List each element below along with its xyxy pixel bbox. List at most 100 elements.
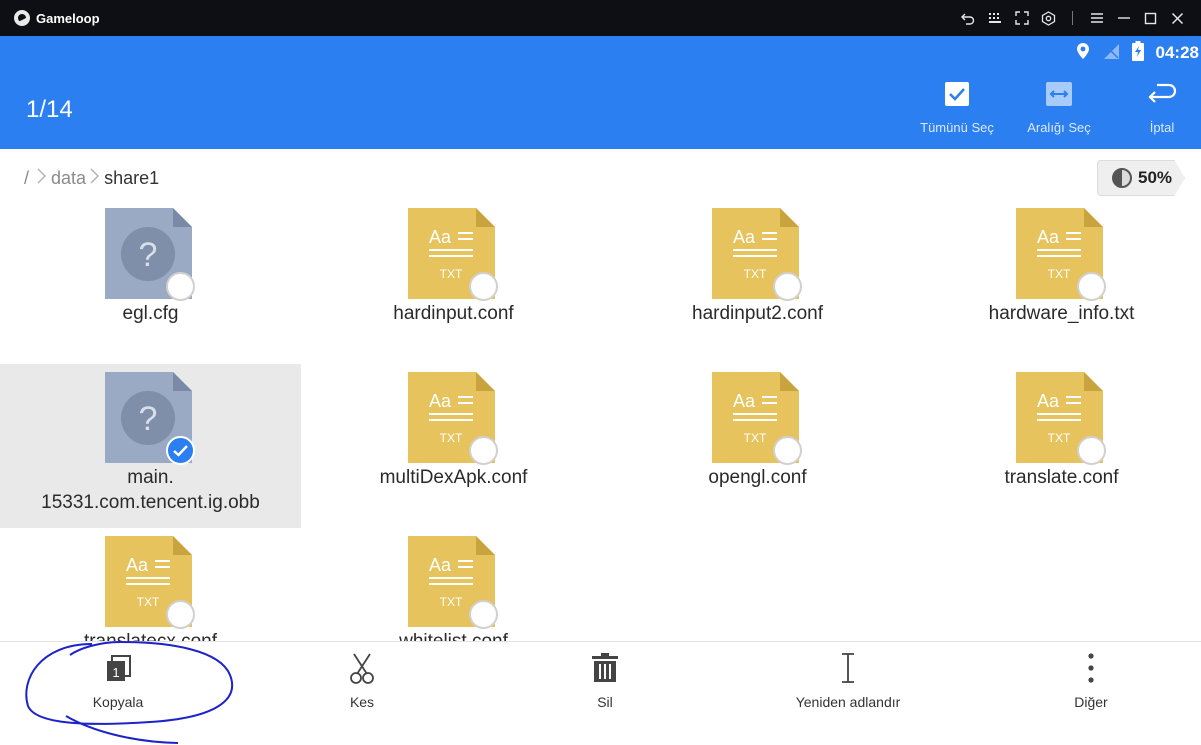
menu-icon[interactable] — [1083, 0, 1110, 36]
file-tile[interactable]: ? egl.cfg — [0, 200, 301, 364]
titlebar-divider — [1072, 11, 1073, 25]
select-range-icon — [1009, 81, 1109, 110]
screenshot-icon[interactable] — [1035, 0, 1062, 36]
delete-button[interactable]: Sil — [525, 650, 685, 720]
checked-checkbox-icon[interactable] — [166, 436, 195, 465]
file-tile[interactable]: Aa TXT whitelist.conf — [303, 528, 604, 641]
trash-icon — [525, 650, 685, 686]
selection-count: 1/14 — [26, 96, 73, 123]
breadcrumb-root[interactable]: / — [24, 168, 29, 189]
select-checkbox[interactable] — [166, 600, 195, 629]
breadcrumb-item-share1[interactable]: share1 — [104, 168, 159, 189]
file-name: main. 15331.com.tencent.ig.obb — [41, 467, 260, 513]
file-tile-selected[interactable]: ? main. 15331.com.tencent.ig.obb — [0, 364, 301, 528]
select-all-label: Tümünü Seç — [920, 120, 994, 135]
status-time: 04:28 — [1155, 43, 1199, 62]
txt-glyph: Aa — [429, 391, 452, 411]
battery-charging-icon — [1131, 40, 1144, 66]
txt-glyph: Aa — [1037, 227, 1060, 247]
file-name: hardinput2.conf — [692, 303, 823, 324]
copy-icon: 1 — [38, 650, 198, 686]
file-name: opengl.conf — [708, 467, 807, 488]
select-range-label: Aralığı Seç — [1027, 120, 1091, 135]
file-grid: ? egl.cfg Aa TXT hardinput.conf Aa TXT h… — [0, 200, 1201, 641]
select-checkbox[interactable] — [166, 272, 195, 301]
chevron-right-icon — [90, 168, 100, 189]
no-signal-icon — [1102, 42, 1120, 65]
emulator-window: Gameloop 04:28 1/14 Tümünü Seç Aralığı S… — [0, 0, 1201, 745]
copy-label: Kopyala — [92, 694, 144, 710]
txt-glyph: Aa — [126, 555, 149, 575]
fullscreen-icon[interactable] — [1008, 0, 1035, 36]
android-statusbar: 04:28 — [1076, 40, 1201, 66]
delete-label: Sil — [597, 694, 613, 710]
select-checkbox[interactable] — [773, 272, 802, 301]
emulator-titlebar: Gameloop — [0, 0, 1201, 36]
chevron-right-icon — [37, 168, 47, 189]
txt-label: TXT — [440, 595, 463, 609]
file-tile[interactable]: Aa TXT translate.conf — [911, 364, 1201, 528]
storage-usage-badge[interactable]: 50% — [1097, 160, 1185, 196]
unknown-glyph: ? — [139, 400, 158, 438]
select-checkbox[interactable] — [773, 436, 802, 465]
txt-glyph: Aa — [733, 391, 756, 411]
selection-header: 04:28 1/14 Tümünü Seç Aralığı Seç İptal — [0, 36, 1201, 149]
keyboard-icon[interactable] — [981, 0, 1008, 36]
file-name: translate.conf — [1004, 467, 1119, 488]
select-all-icon — [907, 81, 1007, 110]
scissors-icon — [282, 650, 442, 686]
select-all-button[interactable]: Tümünü Seç — [907, 81, 1007, 135]
storage-percent: 50% — [1138, 168, 1173, 187]
cut-button[interactable]: Kes — [282, 650, 442, 720]
cancel-icon — [1112, 81, 1201, 110]
more-vertical-icon — [1011, 650, 1171, 686]
file-name: multiDexApk.conf — [379, 467, 528, 488]
file-tile[interactable]: Aa TXT hardinput.conf — [303, 200, 604, 364]
file-tile[interactable]: Aa TXT hardware_info.txt — [911, 200, 1201, 364]
file-tile[interactable]: Aa TXT translatecx.conf — [0, 528, 301, 641]
txt-label: TXT — [440, 267, 463, 281]
svg-text:1: 1 — [112, 665, 119, 680]
file-tile[interactable]: Aa TXT multiDexApk.conf — [303, 364, 604, 528]
select-checkbox[interactable] — [1077, 272, 1106, 301]
close-icon[interactable] — [1164, 0, 1191, 36]
location-icon — [1076, 42, 1090, 65]
file-tile[interactable]: Aa TXT opengl.conf — [607, 364, 908, 528]
txt-glyph: Aa — [733, 227, 756, 247]
breadcrumb-item-data[interactable]: data — [51, 168, 86, 189]
txt-glyph: Aa — [429, 227, 452, 247]
txt-label: TXT — [744, 267, 767, 281]
txt-label: TXT — [440, 431, 463, 445]
select-checkbox[interactable] — [469, 600, 498, 629]
back-icon[interactable] — [954, 0, 981, 36]
cancel-label: İptal — [1149, 120, 1175, 135]
cancel-button[interactable]: İptal — [1112, 81, 1201, 135]
minimize-icon[interactable] — [1110, 0, 1137, 36]
file-name: hardware_info.txt — [988, 303, 1135, 324]
more-label: Diğer — [1074, 694, 1108, 710]
file-name: whitelist.conf — [303, 629, 604, 641]
bottom-action-bar: 1 Kopyala Kes Sil Yeniden adlandır Diğer — [0, 641, 1201, 745]
breadcrumb: / data share1 — [24, 166, 159, 190]
select-checkbox[interactable] — [1077, 436, 1106, 465]
file-name: hardinput.conf — [393, 303, 514, 324]
txt-label: TXT — [1048, 431, 1071, 445]
gameloop-logo-icon — [14, 10, 30, 26]
txt-label: TXT — [137, 595, 160, 609]
maximize-icon[interactable] — [1137, 0, 1164, 36]
select-range-button[interactable]: Aralığı Seç — [1009, 81, 1109, 135]
app-title: Gameloop — [36, 10, 100, 26]
file-tile[interactable]: Aa TXT hardinput2.conf — [607, 200, 908, 364]
txt-glyph: Aa — [429, 555, 452, 575]
pie-chart-icon — [1112, 168, 1132, 188]
txt-label: TXT — [744, 431, 767, 445]
file-name: translatecx.conf — [0, 629, 301, 641]
rename-cursor-icon — [768, 650, 928, 686]
txt-label: TXT — [1048, 267, 1071, 281]
select-checkbox[interactable] — [469, 272, 498, 301]
select-checkbox[interactable] — [469, 436, 498, 465]
more-button[interactable]: Diğer — [1011, 650, 1171, 720]
rename-label: Yeniden adlandır — [795, 694, 901, 710]
rename-button[interactable]: Yeniden adlandır — [768, 650, 928, 720]
copy-button[interactable]: 1 Kopyala — [38, 650, 198, 720]
